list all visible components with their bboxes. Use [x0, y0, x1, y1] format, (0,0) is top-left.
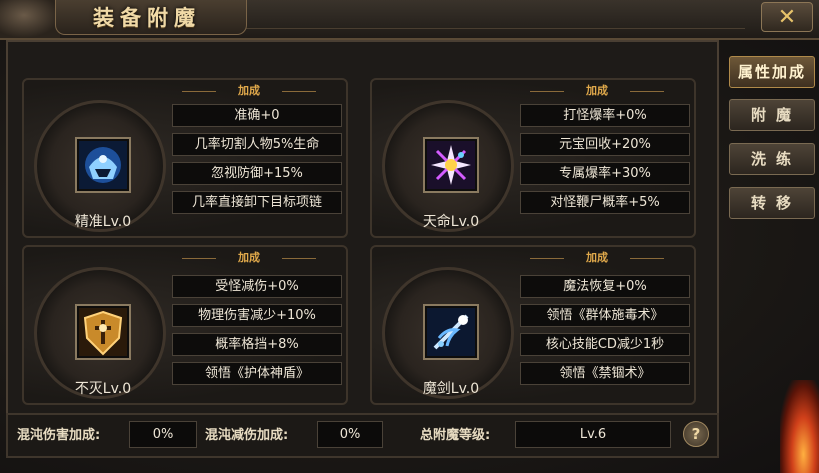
- stat-row: 对怪鞭尸概率+5%: [520, 191, 690, 214]
- close-x-icon: ✕: [777, 5, 797, 30]
- precision-helmet-icon[interactable]: [75, 137, 131, 193]
- enchant-window: 装备附魔 ✕ 加成 精准Lv.0 准确+0 几率切割人物5%生命 忽视防御+15…: [0, 0, 819, 473]
- fire-decoration: [780, 380, 819, 473]
- destiny-star-icon[interactable]: [423, 137, 479, 193]
- stat-row: 核心技能CD减少1秒: [520, 333, 690, 356]
- stat-row: 几率直接卸下目标项链: [172, 191, 342, 214]
- stat-row: 领悟《护体神盾》: [172, 362, 342, 385]
- enchant-panel-precision: 加成 精准Lv.0 准确+0 几率切割人物5%生命 忽视防御+15% 几率直接卸…: [22, 78, 348, 238]
- stat-row: 元宝回收+20%: [520, 133, 690, 156]
- immortal-shield-icon[interactable]: [75, 304, 131, 360]
- skill-name: 天命Lv.0: [422, 214, 480, 230]
- total-level-value: Lv.6: [515, 421, 671, 448]
- panel-header: 加成: [174, 84, 324, 98]
- stat-row: 领悟《禁锢术》: [520, 362, 690, 385]
- dragon-ornament-icon: [0, 0, 60, 38]
- stat-row: 概率格挡+8%: [172, 333, 342, 356]
- chaos-damage-value: 0%: [129, 421, 197, 448]
- stat-row: 忽视防御+15%: [172, 162, 342, 185]
- skill-emblem: 魔剑Lv.0: [382, 267, 514, 399]
- chaos-reduce-value: 0%: [317, 421, 383, 448]
- chaos-reduce-label: 混沌减伤加成:: [205, 428, 289, 443]
- panel-header: 加成: [522, 251, 672, 265]
- title-ornament: [245, 4, 745, 29]
- enchant-panel-destiny: 加成 天命Lv.0 打怪爆率+0% 元宝回收+20% 专属爆率+30% 对怪鞭尸…: [370, 78, 696, 238]
- skill-name: 不灭Lv.0: [74, 381, 132, 397]
- tab-refine[interactable]: 洗练: [729, 143, 815, 175]
- help-icon[interactable]: ?: [683, 421, 709, 447]
- enchant-panel-magic-sword: 加成 魔剑Lv.0 魔法恢复+0% 领悟《群体施毒术》 核心技能CD减少1秒 领…: [370, 245, 696, 405]
- stat-row: 打怪爆率+0%: [520, 104, 690, 127]
- panel-header: 加成: [174, 251, 324, 265]
- enchant-panel-immortal: 加成 不灭Lv.0 受怪减伤+0% 物理伤害减少+10% 概率格挡+8% 领悟《…: [22, 245, 348, 405]
- magic-sword-icon[interactable]: [423, 304, 479, 360]
- skill-emblem: 精准Lv.0: [34, 100, 166, 232]
- skill-emblem: 天命Lv.0: [382, 100, 514, 232]
- skill-emblem: 不灭Lv.0: [34, 267, 166, 399]
- stat-row: 魔法恢复+0%: [520, 275, 690, 298]
- tab-attribute-bonus[interactable]: 属性加成: [729, 56, 815, 88]
- stat-row: 领悟《群体施毒术》: [520, 304, 690, 327]
- tab-transfer[interactable]: 转移: [729, 187, 815, 219]
- skill-name: 魔剑Lv.0: [422, 381, 480, 397]
- tab-enchant[interactable]: 附魔: [729, 99, 815, 131]
- close-button[interactable]: ✕: [761, 2, 813, 32]
- stat-row: 准确+0: [172, 104, 342, 127]
- stat-row: 受怪减伤+0%: [172, 275, 342, 298]
- total-level-label: 总附魔等级:: [420, 428, 491, 443]
- window-title: 装备附魔: [93, 6, 201, 30]
- stat-row: 物理伤害减少+10%: [172, 304, 342, 327]
- stat-row: 几率切割人物5%生命: [172, 133, 342, 156]
- panel-header: 加成: [522, 84, 672, 98]
- skill-name: 精准Lv.0: [74, 214, 132, 230]
- stat-row: 专属爆率+30%: [520, 162, 690, 185]
- chaos-damage-label: 混沌伤害加成:: [17, 428, 101, 443]
